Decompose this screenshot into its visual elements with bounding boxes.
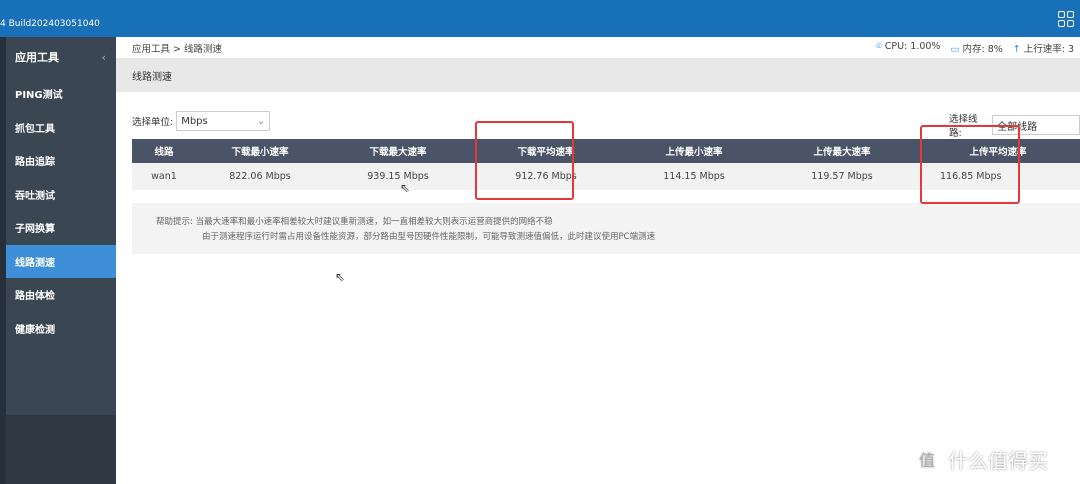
col-line: 线路: [132, 139, 196, 163]
help-box: 帮助提示: 当最大速率和最小速率相差较大时建议重新测速，如一直相差较大则表示运营…: [132, 203, 1080, 254]
help-line-1: 当最大速率和最小速率相差较大时建议重新测速，如一直相差较大则表示运营商提供的网络…: [195, 217, 553, 227]
cpu-icon: ⌾: [876, 41, 882, 52]
cell-dl-min: 822.06 Mbps: [196, 163, 324, 190]
top-bar: 4 Build202403051040: [0, 0, 1080, 37]
watermark-text: 什么值得买: [948, 448, 1048, 473]
upload-rate: 上行速率: 3: [1023, 44, 1075, 55]
page-title: 线路测速: [116, 58, 1080, 92]
unit-label: 选择单位:: [132, 117, 174, 128]
help-line-2: 由于测速程序运行时需占用设备性能资源，部分路由型号因硬件性能限制，可能导致测速值…: [202, 232, 656, 242]
col-dl-max: 下载最大速率: [324, 139, 472, 163]
cell-ul-min: 114.15 Mbps: [620, 163, 768, 190]
col-ul-max: 上传最大速率: [768, 139, 916, 163]
unit-value: Mbps: [181, 115, 208, 127]
sidebar-item-subnet[interactable]: 子网换算: [6, 211, 116, 245]
unit-selector: 选择单位: Mbps ⌄: [132, 111, 271, 131]
highlight-dl-avg: [475, 121, 574, 200]
unit-select[interactable]: Mbps ⌄: [176, 111, 271, 131]
col-ul-min: 上传最小速率: [620, 139, 768, 163]
watermark: 值 什么值得买: [912, 444, 1048, 474]
cell-line: wan1: [132, 163, 196, 190]
sidebar-item-checkup[interactable]: 路由体检: [6, 278, 116, 312]
sidebar-item-traceroute[interactable]: 路由追踪: [6, 144, 116, 178]
arrow-up-icon: ↑: [1012, 44, 1021, 55]
highlight-ul-avg: [920, 125, 1020, 204]
chevron-left-icon[interactable]: ‹: [102, 51, 106, 64]
cpu-usage: CPU: 1.00%: [884, 41, 941, 52]
mouse-cursor-icon: ⇖: [335, 270, 346, 284]
watermark-logo: 值: [912, 444, 942, 474]
monitor-icon: ▭: [950, 44, 960, 55]
sidebar-header[interactable]: 应用工具 ‹: [6, 37, 116, 77]
sidebar: 应用工具 ‹ PING测试 抓包工具 路由追踪 吞吐测试 子网换算 线路测速 路由…: [6, 37, 116, 484]
col-dl-min: 下载最小速率: [196, 139, 324, 163]
sidebar-item-health[interactable]: 健康检测: [6, 312, 116, 346]
sidebar-item-throughput[interactable]: 吞吐测试: [6, 178, 116, 212]
sidebar-footer: [6, 415, 116, 484]
sidebar-item-speedtest[interactable]: 线路测速: [6, 244, 116, 278]
cell-ul-max: 119.57 Mbps: [768, 163, 916, 190]
mouse-cursor-icon: ⇖: [400, 181, 411, 195]
sidebar-title: 应用工具: [15, 51, 59, 64]
build-label: 4 Build202403051040: [0, 19, 100, 29]
memory-usage: 内存: 8%: [962, 44, 1003, 55]
cell-dl-max: 939.15 Mbps: [324, 163, 472, 190]
sidebar-item-ping[interactable]: PING测试: [6, 77, 116, 111]
status-bar: ⌾ CPU: 1.00% ▭ 内存: 8% ↑ 上行速率: 3: [876, 41, 1074, 55]
chevron-down-icon: ⌄: [256, 115, 266, 127]
breadcrumb: 应用工具 > 线路测速: [132, 44, 222, 55]
apps-grid-icon[interactable]: [1058, 11, 1074, 27]
sidebar-item-capture[interactable]: 抓包工具: [6, 111, 116, 145]
help-label: 帮助提示:: [156, 217, 193, 227]
